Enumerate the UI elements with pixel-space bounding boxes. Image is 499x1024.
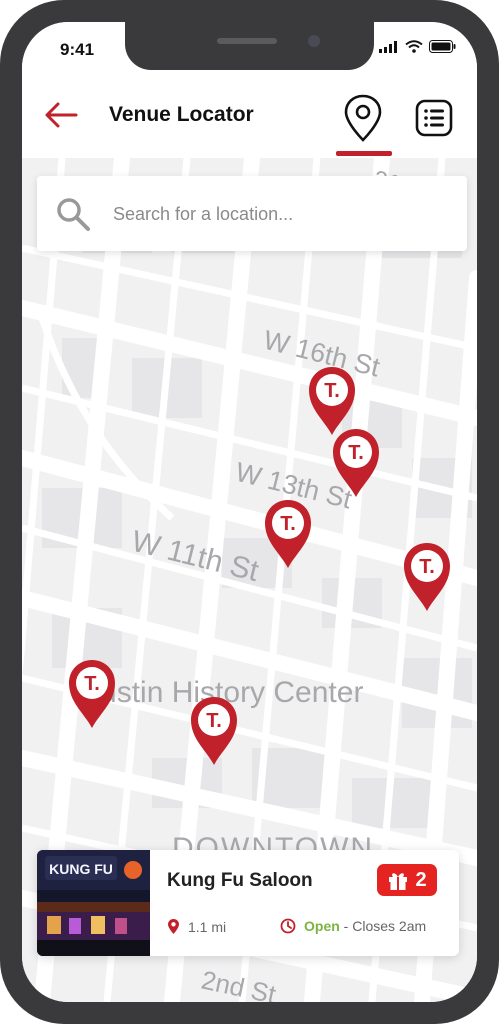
system-icons (379, 40, 457, 53)
back-arrow-icon[interactable] (44, 100, 78, 130)
list-view-icon[interactable] (415, 99, 453, 137)
reward-count: 2 (415, 868, 427, 891)
search-icon (57, 198, 90, 231)
venue-pin-3[interactable]: T. (263, 498, 313, 570)
location-pin-icon (168, 919, 179, 934)
gift-icon (389, 873, 408, 890)
venue-pin-2[interactable]: T. (331, 427, 381, 499)
wifi-icon (405, 40, 423, 53)
venue-pin-6[interactable]: T. (189, 695, 239, 767)
search-input[interactable] (111, 198, 455, 230)
battery-icon (429, 40, 456, 53)
status-time: 9:41 (60, 40, 95, 59)
map-tab-indicator (336, 151, 392, 156)
venue-card[interactable]: KUNG FU Kung Fu Saloon 2 1.1 mi Open - C… (37, 850, 459, 956)
app-header: Venue Locator (22, 74, 477, 158)
phone-frame: 9:41 Venue Locator W 16th St W 13th St W… (0, 0, 499, 1024)
svg-text:T.: T. (206, 710, 222, 732)
signal-icon (379, 40, 397, 53)
svg-text:T.: T. (280, 513, 296, 535)
closing-time: - Closes 2am (343, 918, 427, 934)
camera (308, 35, 320, 47)
distance-info: 1.1 mi (167, 918, 226, 935)
svg-text:T.: T. (324, 380, 340, 402)
map-view-pin-icon[interactable] (340, 92, 386, 158)
venue-distance: 1.1 mi (188, 918, 227, 935)
open-status: Open (304, 918, 340, 934)
venue-name: Kung Fu Saloon (167, 870, 313, 891)
hours-info: Open - Closes 2am (280, 918, 426, 934)
clock-icon (280, 918, 296, 934)
svg-text:KUNG FU: KUNG FU (49, 861, 113, 877)
venue-pin-4[interactable]: T. (402, 541, 452, 613)
screen: 9:41 Venue Locator W 16th St W 13th St W… (22, 22, 477, 1002)
svg-text:T.: T. (419, 556, 435, 578)
page-title: Venue Locator (109, 103, 254, 126)
venue-photo: KUNG FU (37, 850, 150, 956)
svg-text:T.: T. (84, 673, 100, 695)
reward-badge[interactable]: 2 (377, 864, 437, 896)
venue-pin-5[interactable]: T. (67, 658, 117, 730)
svg-text:T.: T. (348, 442, 364, 464)
search-bar (37, 176, 467, 251)
notch (125, 22, 374, 70)
speaker (217, 38, 277, 44)
